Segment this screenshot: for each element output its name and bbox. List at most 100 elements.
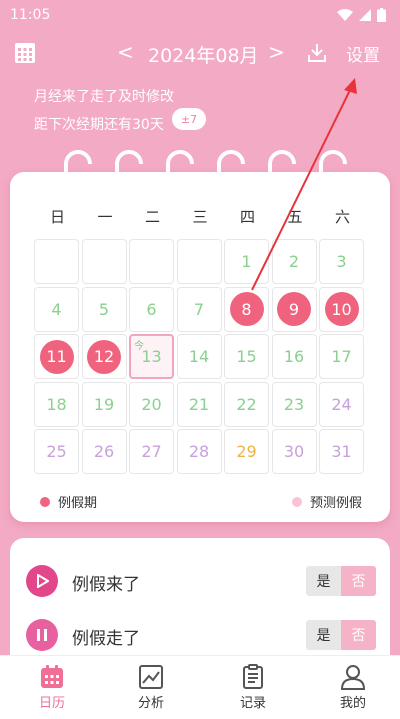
day-number: 21	[188, 394, 210, 414]
calendar-day-cell[interactable]: 22	[224, 381, 269, 427]
calendar-day-cell[interactable]: 21	[176, 381, 222, 427]
period-day-number: 11	[39, 339, 74, 374]
calendar-day-cell[interactable]: 10	[319, 286, 364, 332]
next-month-button[interactable]: >	[268, 40, 285, 64]
period-start-no-button[interactable]: 否	[341, 566, 376, 596]
calendar-empty-cell	[176, 239, 222, 284]
period-day-number: 12	[87, 339, 121, 374]
day-number: 14	[188, 347, 210, 366]
play-icon	[26, 565, 58, 597]
weekday-row: 日一二三四五六	[34, 206, 367, 228]
day-number: 18	[46, 394, 67, 414]
weekday-label: 五	[287, 208, 303, 226]
calendar-day-cell[interactable]: 28	[176, 429, 222, 474]
nav-mine[interactable]: 我的	[303, 662, 400, 718]
calendar-day-cell[interactable]: 3	[319, 239, 364, 284]
wifi-icon	[337, 9, 353, 21]
prev-month-button[interactable]: <	[117, 40, 134, 64]
day-number: 16	[283, 347, 305, 366]
calendar-day-cell[interactable]: 7	[176, 286, 222, 332]
weekday-label: 二	[144, 208, 160, 226]
day-number: 26	[93, 442, 115, 461]
bottom-nav: 日历 分析 记录 我的	[0, 655, 400, 719]
calendar-grid-icon[interactable]	[14, 42, 36, 64]
day-number: 31	[331, 442, 352, 461]
calendar-day-cell[interactable]: 4	[34, 286, 79, 332]
day-number: 27	[141, 442, 162, 461]
day-number: 22	[236, 394, 257, 414]
calendar-day-cell[interactable]: 23	[271, 381, 317, 427]
calendar-day-cell[interactable]: 30	[271, 429, 317, 474]
nav-calendar[interactable]: 日历	[2, 662, 102, 718]
day-number: 28	[188, 442, 210, 461]
calendar-day-cell[interactable]: 19	[81, 381, 127, 427]
nav-records[interactable]: 记录	[203, 662, 303, 718]
status-bar: 11:05	[0, 0, 400, 30]
calendar-empty-cell	[129, 239, 174, 284]
day-number: 5	[98, 299, 110, 319]
calendar-day-cell[interactable]: 16	[271, 334, 317, 379]
day-number: 19	[93, 394, 115, 414]
signal-icon	[359, 9, 371, 21]
calendar-day-cell[interactable]: 11	[34, 334, 79, 379]
period-end-yes-button[interactable]: 是	[306, 620, 341, 650]
period-day-number: 10	[324, 292, 359, 326]
period-start-yes-button[interactable]: 是	[306, 566, 341, 596]
calendar-icon	[41, 665, 63, 688]
period-panel: 例假来了 是 否 例假走了 是 否	[10, 538, 390, 668]
predicted-dot-icon	[291, 496, 302, 507]
day-number: 2	[288, 252, 300, 271]
period-end-no-button[interactable]: 否	[341, 620, 376, 650]
period-day-number: 9	[277, 292, 311, 326]
calendar-day-cell[interactable]: 17	[319, 334, 364, 379]
top-bar: < 2024年08月 > 设置	[0, 34, 400, 74]
day-number: 15	[236, 347, 257, 366]
calendar-day-cell[interactable]: 31	[319, 429, 364, 474]
calendar-day-cell[interactable]: 18	[34, 381, 79, 427]
weekday-label: 一	[97, 208, 113, 226]
calendar-day-cell[interactable]: 5	[81, 286, 127, 332]
weekday-label: 日	[49, 208, 65, 226]
settings-button[interactable]: 设置	[346, 41, 380, 66]
calendar-day-cell[interactable]: 6	[129, 286, 174, 332]
nav-analysis[interactable]: 分析	[101, 662, 201, 718]
legend-period: 例假期	[40, 492, 97, 511]
calendar-day-cell[interactable]: 20	[129, 381, 174, 427]
cycle-bubble[interactable]: ±7	[172, 108, 206, 130]
month-title: 2024年08月	[148, 45, 259, 67]
calendar-day-cell[interactable]: 8	[224, 286, 269, 332]
day-number: 25	[46, 442, 67, 461]
period-start-row: 例假来了 是 否	[26, 564, 376, 598]
message-line-2: 距下次经期还有30天	[34, 117, 164, 133]
calendar-day-cell[interactable]: 今 13	[129, 334, 174, 379]
day-number: 24	[331, 394, 352, 414]
day-number: 29	[236, 442, 257, 461]
download-icon[interactable]	[306, 42, 328, 64]
calendar-day-cell[interactable]: 26	[81, 429, 127, 474]
nav-calendar-label: 日历	[38, 696, 65, 711]
calendar-day-cell[interactable]: 2	[271, 239, 317, 284]
status-icons	[337, 8, 386, 22]
calendar-day-cell[interactable]: 24	[319, 381, 364, 427]
calendar-day-cell[interactable]: 14	[176, 334, 222, 379]
calendar-day-cell[interactable]: 29	[224, 429, 269, 474]
nav-records-label: 记录	[239, 696, 266, 711]
calendar-day-cell[interactable]: 15	[224, 334, 269, 379]
weekday-label: 六	[334, 208, 350, 226]
day-number: 3	[336, 252, 347, 271]
calendar-day-cell[interactable]: 1	[224, 239, 269, 284]
period-end-label: 例假走了	[72, 629, 140, 649]
day-number: 20	[141, 394, 162, 414]
nav-mine-label: 我的	[339, 696, 366, 711]
legend-predicted: 预测例假	[291, 492, 362, 511]
calendar-day-cell[interactable]: 27	[129, 429, 174, 474]
calendar-day-cell[interactable]: 9	[271, 286, 317, 332]
calendar-day-cell[interactable]: 25	[34, 429, 79, 474]
legend-period-label: 例假期	[58, 496, 98, 511]
pause-icon	[26, 619, 58, 651]
chart-icon	[139, 665, 163, 689]
calendar-day-cell[interactable]: 12	[81, 334, 127, 379]
status-time: 11:05	[10, 7, 51, 23]
today-tag: 今	[134, 341, 144, 352]
calendar-empty-cell	[81, 239, 127, 284]
